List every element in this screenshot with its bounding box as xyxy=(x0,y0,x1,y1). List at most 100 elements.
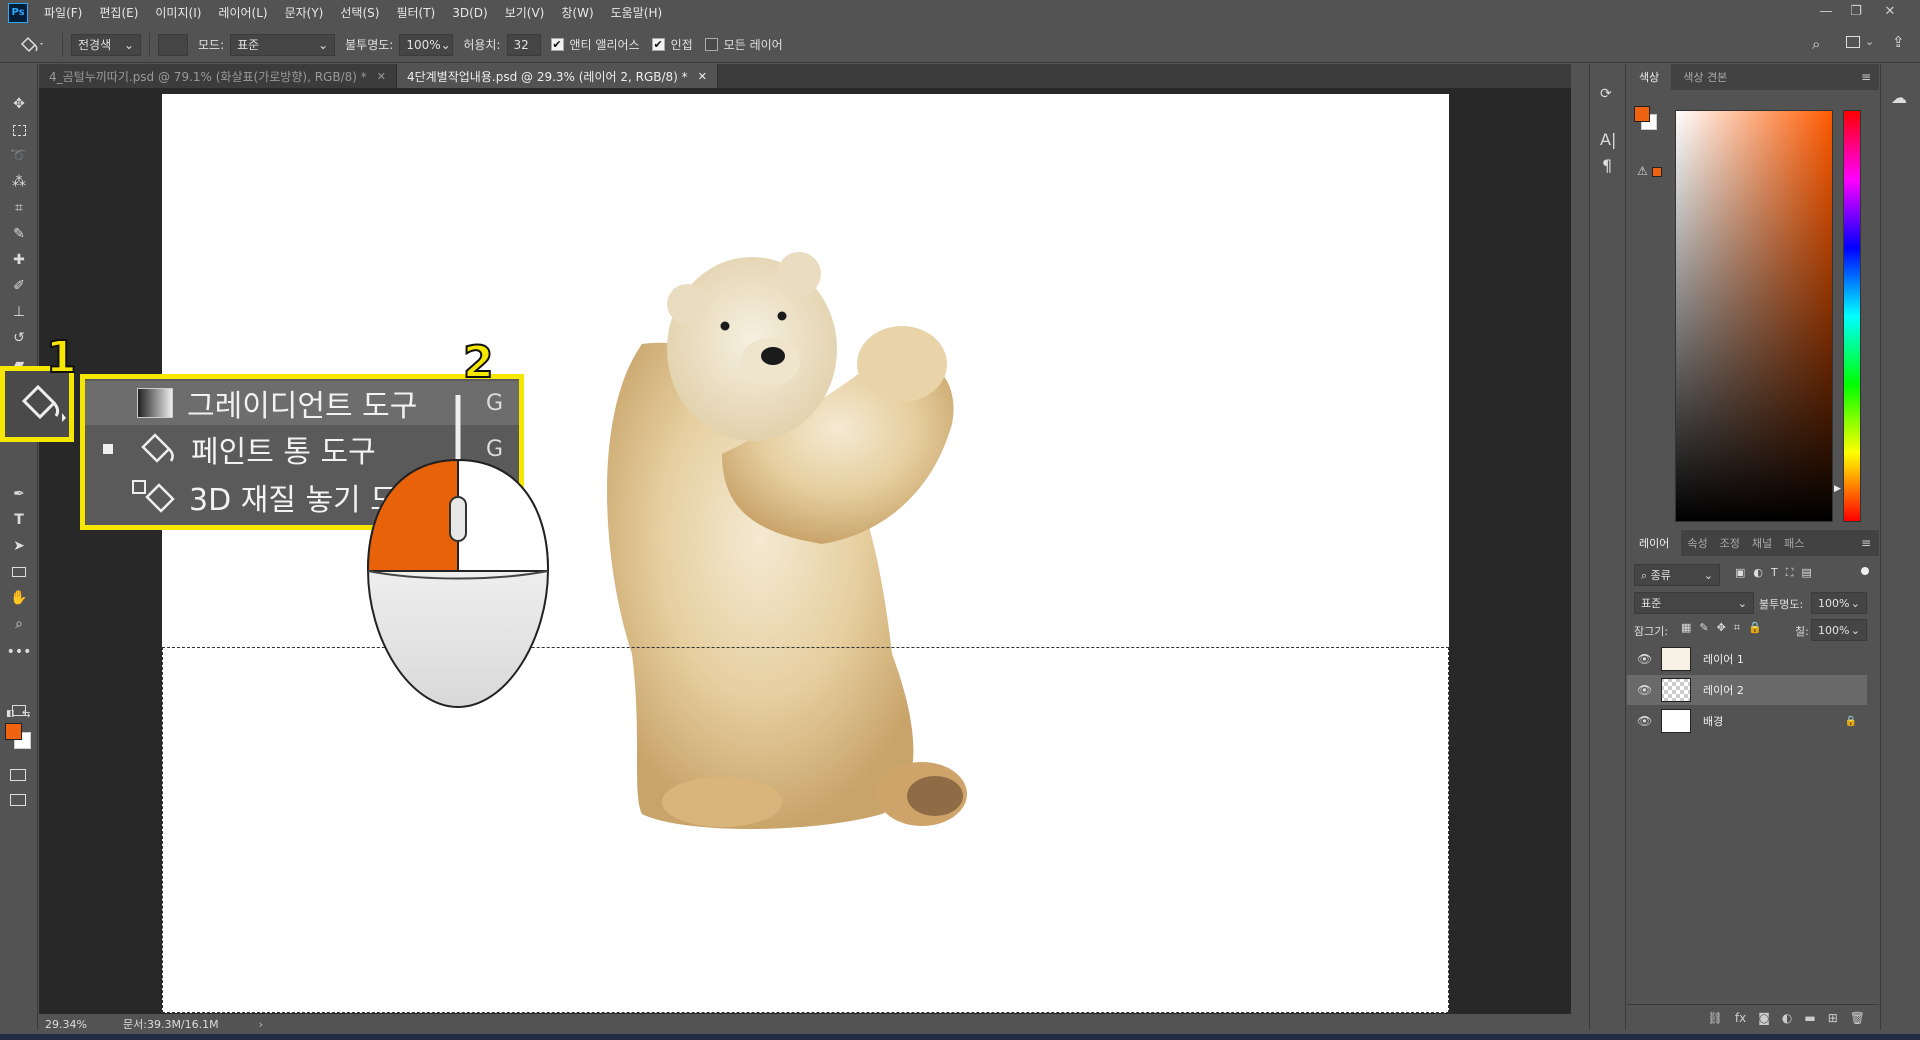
crop-tool-icon[interactable]: ⌗ xyxy=(5,196,33,220)
mode-dropdown[interactable]: 표준 ⌄ xyxy=(230,33,336,56)
gamut-color-swatch[interactable] xyxy=(1652,167,1662,177)
libraries-icon[interactable]: ☁ xyxy=(1891,88,1907,107)
paragraph-panel-icon[interactable]: ¶ xyxy=(1602,156,1612,175)
tab-layers[interactable]: 레이어 xyxy=(1627,530,1682,556)
fill-source-dropdown[interactable]: 전경색 ⌄ xyxy=(71,33,141,56)
chevron-down-icon: ⌄ xyxy=(318,37,329,52)
status-menu-arrow[interactable]: › xyxy=(259,1018,263,1031)
brush-tool-icon[interactable]: ✐ xyxy=(5,274,33,298)
close-icon[interactable]: ✕ xyxy=(377,70,386,83)
hue-slider-handle[interactable]: ▶ xyxy=(1834,484,1841,494)
pattern-picker[interactable] xyxy=(158,33,188,56)
menu-edit[interactable]: 편집(E) xyxy=(99,4,138,21)
fill-field[interactable]: 100% ⌄ xyxy=(1811,619,1867,641)
more-tools-icon[interactable]: ••• xyxy=(5,640,33,664)
visibility-eye-icon[interactable]: 👁 xyxy=(1637,714,1653,728)
restore-icon[interactable]: ❐ xyxy=(1842,0,1870,22)
fill-label: 칠: xyxy=(1795,625,1809,638)
pen-tool-icon[interactable]: ✒ xyxy=(5,482,33,506)
hue-slider[interactable] xyxy=(1843,110,1861,522)
healing-brush-tool-icon[interactable]: ✚ xyxy=(5,248,33,272)
hand-tool-icon[interactable]: ✋ xyxy=(5,586,33,610)
panel-menu-icon[interactable]: ≡ xyxy=(1861,70,1871,84)
history-brush-tool-icon[interactable]: ↺ xyxy=(5,326,33,350)
chevron-down-icon: ⌄ xyxy=(1850,596,1860,610)
close-icon[interactable]: ✕ xyxy=(1876,0,1904,22)
rectangle-tool-icon[interactable] xyxy=(5,560,33,584)
history-panel-icon[interactable]: ⟳ xyxy=(1600,86,1612,102)
taskbar-edge xyxy=(0,1034,1920,1040)
tab-document-2[interactable]: 4단계별작업내용.psd @ 29.3% (레이어 2, RGB/8) * ✕ xyxy=(396,64,718,89)
visibility-eye-icon[interactable]: 👁 xyxy=(1637,683,1653,697)
lock-options-icons[interactable]: ▦✎✥⌗🔒 xyxy=(1681,621,1770,635)
tab-color[interactable]: 색상 xyxy=(1627,64,1672,90)
quick-mask-icon[interactable] xyxy=(5,698,33,722)
path-selection-tool-icon[interactable]: ➤ xyxy=(5,534,33,558)
menu-layer[interactable]: 레이어(L) xyxy=(218,4,267,21)
magic-wand-tool-icon[interactable]: ⁂ xyxy=(5,170,33,194)
chevron-down-icon[interactable]: ⌄ xyxy=(1865,35,1874,48)
minimize-icon[interactable]: — xyxy=(1812,0,1840,22)
clone-stamp-tool-icon[interactable]: ⊥ xyxy=(5,300,33,324)
menu-filter[interactable]: 필터(T) xyxy=(396,4,435,21)
character-panel-icon[interactable]: A| xyxy=(1600,130,1616,149)
canvas[interactable] xyxy=(162,94,1449,1013)
tab-document-1[interactable]: 4_곰털누끼따기.psd @ 79.1% (화살표(가로방향), RGB/8) … xyxy=(39,64,397,89)
gamut-warning-icon[interactable]: ⚠ xyxy=(1637,164,1648,178)
blend-mode-dropdown[interactable]: 표준 ⌄ xyxy=(1634,592,1754,614)
layer-row-layer2[interactable]: 👁 레이어 2 xyxy=(1627,675,1867,705)
new-group-icon[interactable]: ▬ xyxy=(1804,1011,1815,1025)
tab-channels[interactable]: 채널 xyxy=(1746,530,1778,556)
color-panel-foreground-swatch[interactable] xyxy=(1634,106,1650,122)
layer-opacity-field[interactable]: 100% ⌄ xyxy=(1811,592,1867,614)
workspace-icon[interactable] xyxy=(1846,36,1860,48)
new-layer-icon[interactable]: ⊞ xyxy=(1828,1011,1838,1025)
link-layers-icon[interactable]: ⛓ xyxy=(1708,1011,1723,1025)
layer-filter-dropdown[interactable]: ⌕ 종류 ⌄ xyxy=(1634,564,1720,586)
panel-menu-icon[interactable]: ≡ xyxy=(1861,536,1871,550)
blend-mode-value: 표준 xyxy=(1641,597,1662,610)
layer-style-icon[interactable]: fx xyxy=(1735,1011,1746,1025)
tab-paths[interactable]: 패스 xyxy=(1778,530,1810,556)
filter-toggle-icon[interactable] xyxy=(1861,567,1869,575)
share-icon[interactable]: ⇪ xyxy=(1892,33,1905,51)
tab-properties[interactable]: 속성 xyxy=(1681,530,1713,556)
layer-row-layer1[interactable]: 👁 레이어 1 xyxy=(1627,644,1867,674)
all-layers-checkbox[interactable] xyxy=(704,38,718,51)
menu-image[interactable]: 이미지(I) xyxy=(155,4,201,21)
color-picker-field[interactable] xyxy=(1675,110,1833,522)
layer-row-background[interactable]: 👁 배경 🔒 xyxy=(1627,706,1867,736)
quick-mask-icon[interactable] xyxy=(10,769,26,781)
foreground-color-swatch[interactable] xyxy=(5,723,22,740)
layer-thumbnail xyxy=(1661,709,1691,733)
layer-filter-icons[interactable]: ▣◐T⛶▤ xyxy=(1735,566,1820,580)
menu-3d[interactable]: 3D(D) xyxy=(452,6,487,20)
adjustment-layer-icon[interactable]: ◐ xyxy=(1782,1011,1792,1025)
zoom-tool-icon[interactable]: ⌕ xyxy=(5,612,33,636)
add-mask-icon[interactable]: ◙ xyxy=(1758,1011,1770,1025)
opacity-field[interactable]: 100% ⌄ xyxy=(399,33,454,56)
menu-help[interactable]: 도움말(H) xyxy=(611,4,663,21)
menu-window[interactable]: 창(W) xyxy=(561,4,593,21)
lasso-tool-icon[interactable]: ➰ xyxy=(5,144,33,168)
menu-type[interactable]: 문자(Y) xyxy=(285,4,324,21)
search-icon[interactable]: ⌕ xyxy=(1812,35,1820,53)
antialias-checkbox[interactable]: ✔ xyxy=(550,38,564,51)
marquee-tool-icon[interactable] xyxy=(5,118,33,142)
delete-layer-icon[interactable]: 🗑 xyxy=(1850,1011,1865,1025)
tab-adjustments[interactable]: 조정 xyxy=(1714,530,1746,556)
tab-swatches[interactable]: 색상 견본 xyxy=(1671,64,1739,90)
menu-view[interactable]: 보기(V) xyxy=(505,4,545,21)
eyedropper-tool-icon[interactable]: ✎ xyxy=(5,222,33,246)
menu-file[interactable]: 파일(F) xyxy=(44,4,82,21)
tolerance-field[interactable]: 32 xyxy=(506,33,541,56)
visibility-eye-icon[interactable]: 👁 xyxy=(1637,652,1653,666)
type-tool-icon[interactable]: T xyxy=(5,508,33,532)
tool-preset-picker[interactable] xyxy=(10,35,54,55)
layer-opacity-label: 불투명도: xyxy=(1759,598,1804,611)
menu-select[interactable]: 선택(S) xyxy=(340,4,379,21)
close-icon[interactable]: ✕ xyxy=(698,70,707,83)
move-tool-icon[interactable]: ✥ xyxy=(5,92,33,116)
screen-mode-icon[interactable] xyxy=(10,794,26,806)
contiguous-checkbox[interactable]: ✔ xyxy=(651,38,665,51)
